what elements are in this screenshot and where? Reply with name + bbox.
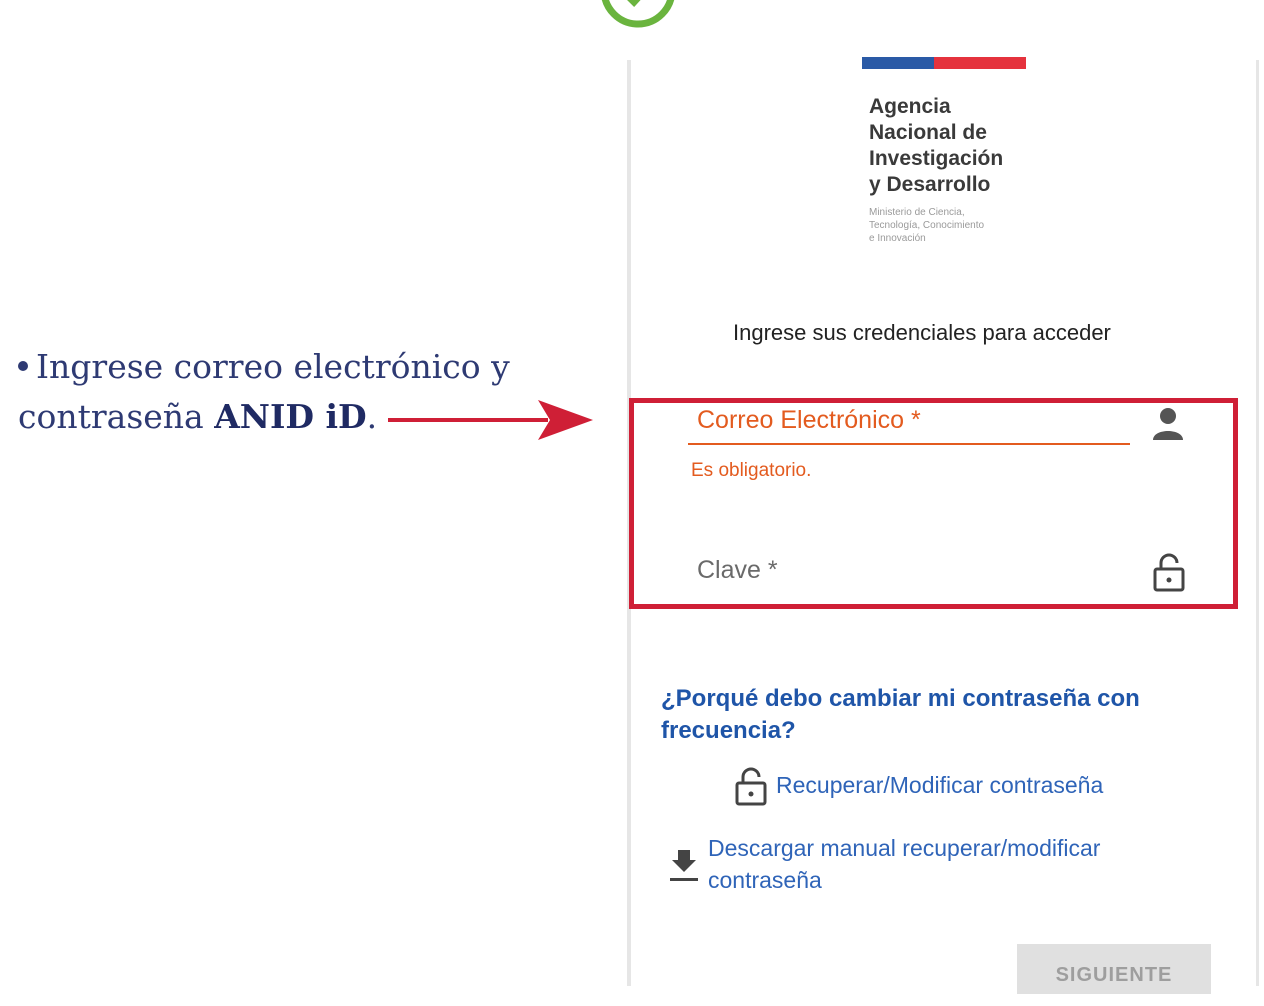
lock-icon xyxy=(1153,553,1185,592)
password-field[interactable]: Clave * xyxy=(697,556,778,585)
bullet-icon xyxy=(18,361,28,371)
form-subtitle: Ingrese sus credenciales para acceder xyxy=(733,320,1111,345)
flag-bar xyxy=(862,57,1026,69)
check-circle-icon xyxy=(601,0,675,28)
download-manual-label: Descargar manual recuperar/modificar con… xyxy=(708,835,1101,893)
instruction-bold-term: ANID iD xyxy=(214,397,367,436)
download-icon xyxy=(670,850,698,881)
ministry-name: Ministerio de Ciencia, Tecnología, Conoc… xyxy=(869,207,985,244)
panel-border xyxy=(1256,60,1259,986)
agency-logo: Agencia Nacional de Investigación y Desa… xyxy=(869,94,1069,245)
instruction-line-1: Ingrese correo electrónico y xyxy=(18,342,578,392)
user-icon xyxy=(1153,408,1183,440)
email-error-message: Es obligatorio. xyxy=(691,460,812,481)
email-field[interactable]: Correo Electrónico * xyxy=(697,406,921,435)
agency-name: Agencia Nacional de Investigación y Desa… xyxy=(869,95,1004,196)
arrow-right-icon xyxy=(388,400,593,440)
why-change-password-link[interactable]: ¿Porqué debo cambiar mi contraseña con f… xyxy=(661,683,1201,747)
next-button[interactable]: SIGUIENTE xyxy=(1017,944,1211,994)
email-field-underline xyxy=(688,443,1130,445)
lock-icon xyxy=(735,767,767,806)
recover-password-label: Recuperar/Modificar contraseña xyxy=(776,772,1104,798)
